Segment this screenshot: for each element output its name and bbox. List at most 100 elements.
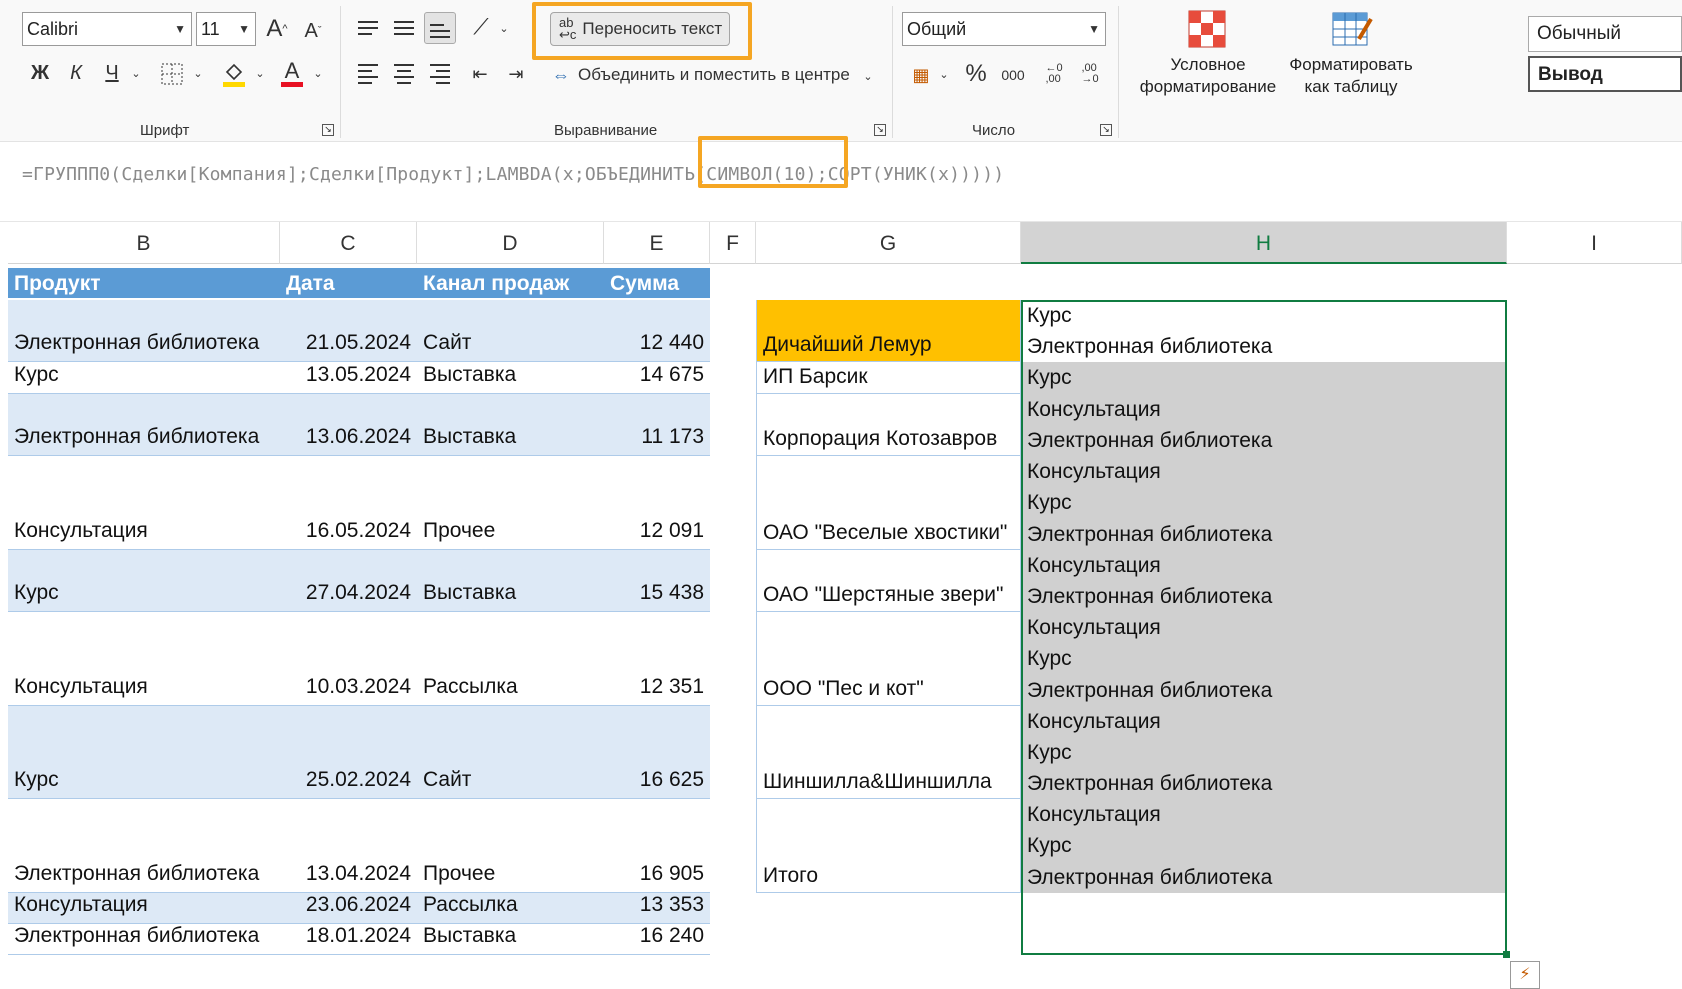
spreadsheet-grid[interactable]: B C D E F G H I Продукт Дата Канал продаж Сумма Элек…	[0, 222, 1682, 989]
table-cell-product[interactable]: Электронная библиотека	[8, 300, 280, 363]
table-cell-channel[interactable]: Сайт	[417, 705, 604, 800]
align-left-button[interactable]	[354, 60, 382, 88]
chevron-down-icon[interactable]: ⌄	[252, 62, 268, 84]
table-cell-product[interactable]: Курс	[8, 705, 280, 800]
merge-center-button[interactable]: ⇔ Объединить и поместить в центре	[552, 60, 852, 90]
chevron-down-icon[interactable]: ▼	[174, 13, 186, 45]
spill-products-cell[interactable]: Курс Электронная библиотека	[1021, 300, 1507, 363]
column-header-c[interactable]: C	[280, 222, 417, 264]
column-header-d[interactable]: D	[417, 222, 604, 264]
chevron-down-icon[interactable]: ⌄	[496, 18, 512, 38]
table-cell-sum[interactable]: 11 173	[604, 393, 710, 456]
table-cell-product[interactable]: Консультация	[8, 456, 280, 550]
table-cell-date[interactable]: 16.05.2024	[280, 456, 417, 550]
group-company-cell[interactable]: Итого	[756, 799, 1021, 893]
table-cell-sum[interactable]: 16 905	[604, 799, 710, 893]
dialog-launcher-icon[interactable]: ↘	[874, 124, 886, 136]
underline-button[interactable]: Ч	[98, 58, 126, 88]
table-cell-date[interactable]: 13.04.2024	[280, 799, 417, 893]
spill-products-cell[interactable]: Консультация Электронная библиотека	[1021, 393, 1507, 456]
font-name-combo[interactable]: Calibri ▼	[22, 12, 192, 46]
chevron-down-icon[interactable]: ⌄	[128, 62, 144, 84]
table-cell-date[interactable]: 21.05.2024	[280, 300, 417, 363]
chevron-down-icon[interactable]: ⌄	[190, 62, 206, 84]
spill-products-cell[interactable]: Консультация Курс Электронная библиотека	[1021, 799, 1507, 893]
style-normal[interactable]: Обычный	[1528, 16, 1682, 52]
chevron-down-icon[interactable]: ▼	[1088, 13, 1100, 45]
table-cell-date[interactable]: 23.06.2024	[280, 892, 417, 924]
align-bottom-button[interactable]	[424, 12, 456, 44]
orientation-button[interactable]: ⟋	[466, 12, 496, 42]
spill-products-cell[interactable]: Консультация Курс Электронная библиотека	[1021, 456, 1507, 550]
chevron-down-icon[interactable]: ⌄	[860, 66, 876, 86]
font-color-button[interactable]: A	[276, 56, 308, 90]
thousands-separator-button[interactable]: 000	[998, 60, 1028, 90]
table-cell-sum[interactable]: 14 675	[604, 362, 710, 393]
table-header-channel[interactable]: Канал продаж	[417, 268, 604, 298]
table-cell-sum[interactable]: 12 091	[604, 456, 710, 550]
spill-products-cell[interactable]: Консультация Электронная библиотека	[1021, 549, 1507, 612]
decrease-indent-button[interactable]: ⇤	[466, 60, 494, 88]
formula-text[interactable]: =ГРУППП0(Сделки[Компания];Сделки[Продукт…	[22, 164, 1004, 185]
quick-analysis-icon[interactable]: ⚡	[1510, 961, 1540, 989]
column-header-g[interactable]: G	[756, 222, 1021, 264]
spill-products-cell[interactable]: Консультация Курс Электронная библиотека	[1021, 705, 1507, 800]
table-cell-channel[interactable]: Выставка	[417, 393, 604, 456]
table-header-product[interactable]: Продукт	[8, 268, 280, 298]
table-cell-channel[interactable]: Рассылка	[417, 612, 604, 706]
column-header-h[interactable]: H	[1021, 222, 1507, 264]
group-company-cell[interactable]: Корпорация Котозавров	[756, 393, 1021, 456]
increase-font-button[interactable]: A ^	[262, 14, 292, 44]
wrap-text-button[interactable]: ab ↩c Переносить текст	[550, 12, 730, 46]
dialog-launcher-icon[interactable]: ↘	[1100, 124, 1112, 136]
dialog-launcher-icon[interactable]: ↘	[322, 124, 334, 136]
align-center-button[interactable]	[390, 60, 418, 88]
align-top-button[interactable]	[354, 14, 382, 42]
table-cell-product[interactable]: Курс	[8, 362, 280, 393]
table-cell-date[interactable]: 10.03.2024	[280, 612, 417, 706]
table-cell-channel[interactable]: Выставка	[417, 924, 604, 955]
column-header-b[interactable]: B	[8, 222, 280, 264]
table-cell-product[interactable]: Консультация	[8, 892, 280, 924]
decrease-decimal-button[interactable]: ,00 →0	[1074, 58, 1106, 90]
table-header-date[interactable]: Дата	[280, 268, 417, 298]
conditional-formatting-icon[interactable]	[1186, 8, 1228, 50]
table-cell-channel[interactable]: Выставка	[417, 549, 604, 612]
fill-handle[interactable]	[1503, 951, 1510, 959]
group-company-cell[interactable]: ИП Барсик	[756, 362, 1021, 394]
table-cell-product[interactable]: Электронная библиотека	[8, 924, 280, 955]
chevron-down-icon[interactable]: ⌄	[936, 64, 952, 84]
chevron-down-icon[interactable]: ▼	[238, 13, 250, 45]
table-cell-date[interactable]: 13.06.2024	[280, 393, 417, 456]
table-cell-channel[interactable]: Сайт	[417, 300, 604, 363]
align-right-button[interactable]	[426, 60, 454, 88]
format-as-table-icon[interactable]	[1330, 8, 1374, 52]
table-cell-channel[interactable]: Выставка	[417, 362, 604, 393]
column-header-e[interactable]: E	[604, 222, 710, 264]
spill-products-cell[interactable]: Консультация Курс Электронная библиотека	[1021, 612, 1507, 706]
column-header-f[interactable]: F	[710, 222, 756, 264]
format-as-table-button[interactable]: Форматировать как таблицу	[1288, 54, 1414, 98]
table-cell-sum[interactable]: 16 240	[604, 924, 710, 955]
increase-indent-button[interactable]: ⇥	[502, 60, 530, 88]
align-middle-button[interactable]	[390, 14, 418, 42]
table-cell-date[interactable]: 18.01.2024	[280, 924, 417, 955]
accounting-format-button[interactable]: ▦	[906, 60, 936, 90]
table-cell-product[interactable]: Консультация	[8, 612, 280, 706]
group-company-cell[interactable]: ОАО "Веселые хвостики"	[756, 456, 1021, 550]
group-company-cell[interactable]: Дичайший Лемур	[756, 300, 1021, 363]
conditional-formatting-button[interactable]: Условное форматирование	[1130, 54, 1286, 98]
percent-button[interactable]: %	[960, 58, 992, 90]
table-cell-date[interactable]: 25.02.2024	[280, 705, 417, 800]
table-cell-product[interactable]: Электронная библиотека	[8, 799, 280, 893]
chevron-down-icon[interactable]: ⌄	[310, 62, 326, 84]
table-cell-sum[interactable]: 16 625	[604, 705, 710, 800]
table-cell-date[interactable]: 27.04.2024	[280, 549, 417, 612]
group-company-cell[interactable]: ОАО "Шерстяные звери"	[756, 549, 1021, 612]
italic-button[interactable]: К	[62, 58, 90, 88]
table-cell-sum[interactable]: 12 440	[604, 300, 710, 363]
table-cell-channel[interactable]: Прочее	[417, 799, 604, 893]
bold-button[interactable]: Ж	[26, 58, 54, 88]
table-cell-date[interactable]: 13.05.2024	[280, 362, 417, 393]
style-output[interactable]: Вывод	[1528, 56, 1682, 92]
